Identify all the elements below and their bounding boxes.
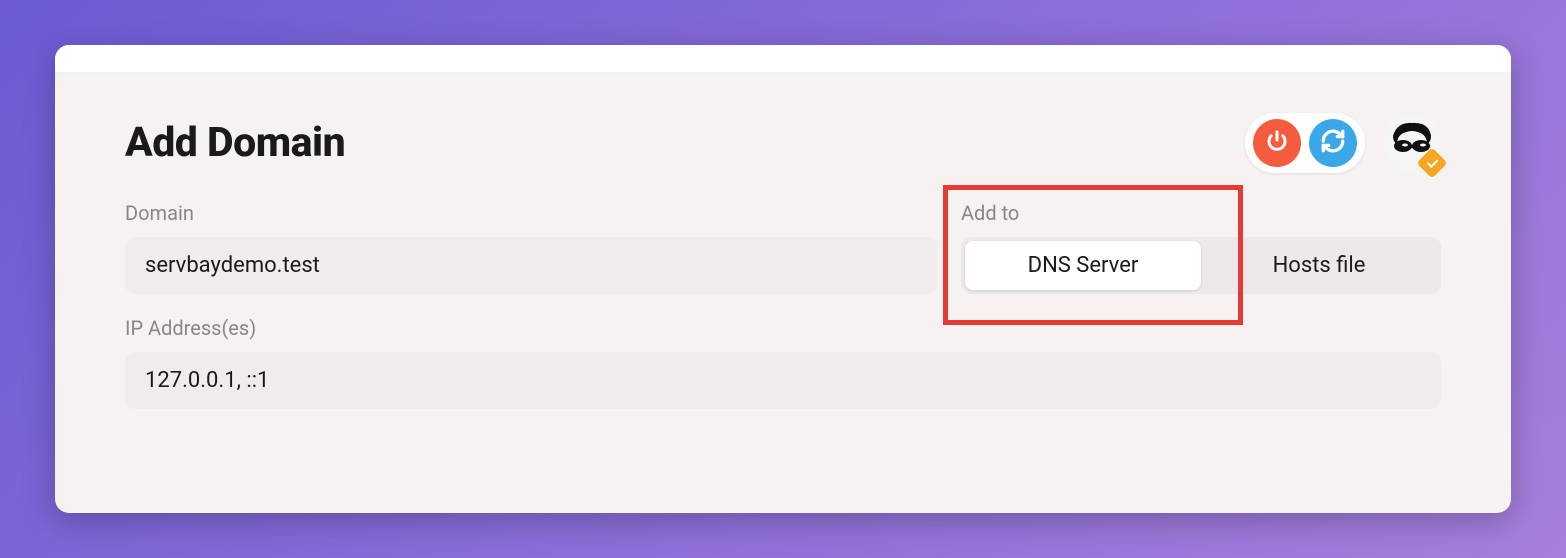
addto-segmented: DNS Server Hosts file — [961, 237, 1441, 294]
ip-field-group: IP Address(es) — [125, 316, 1441, 409]
power-button[interactable] — [1253, 119, 1301, 167]
app-window: Add Domain — [55, 45, 1511, 513]
domain-field-group: Domain — [125, 201, 937, 294]
refresh-icon — [1320, 128, 1346, 158]
ip-label: IP Address(es) — [125, 316, 1441, 340]
refresh-button[interactable] — [1309, 119, 1357, 167]
domain-addto-row: Domain Add to DNS Server Hosts file — [125, 201, 1441, 294]
domain-label: Domain — [125, 201, 937, 225]
segment-dns-server[interactable]: DNS Server — [965, 241, 1201, 290]
segment-hosts-file[interactable]: Hosts file — [1201, 241, 1437, 290]
header-row: Add Domain — [125, 113, 1441, 173]
action-pill — [1245, 113, 1365, 173]
ip-input[interactable] — [125, 352, 1441, 409]
power-icon — [1265, 129, 1289, 157]
domain-input[interactable] — [125, 237, 937, 294]
header-actions — [1245, 113, 1441, 173]
page-title: Add Domain — [125, 119, 345, 167]
addto-field-group: Add to DNS Server Hosts file — [961, 201, 1441, 294]
avatar[interactable] — [1383, 114, 1441, 172]
content-area: Add Domain — [55, 73, 1511, 439]
window-titlebar — [55, 45, 1511, 73]
addto-label: Add to — [961, 201, 1441, 225]
